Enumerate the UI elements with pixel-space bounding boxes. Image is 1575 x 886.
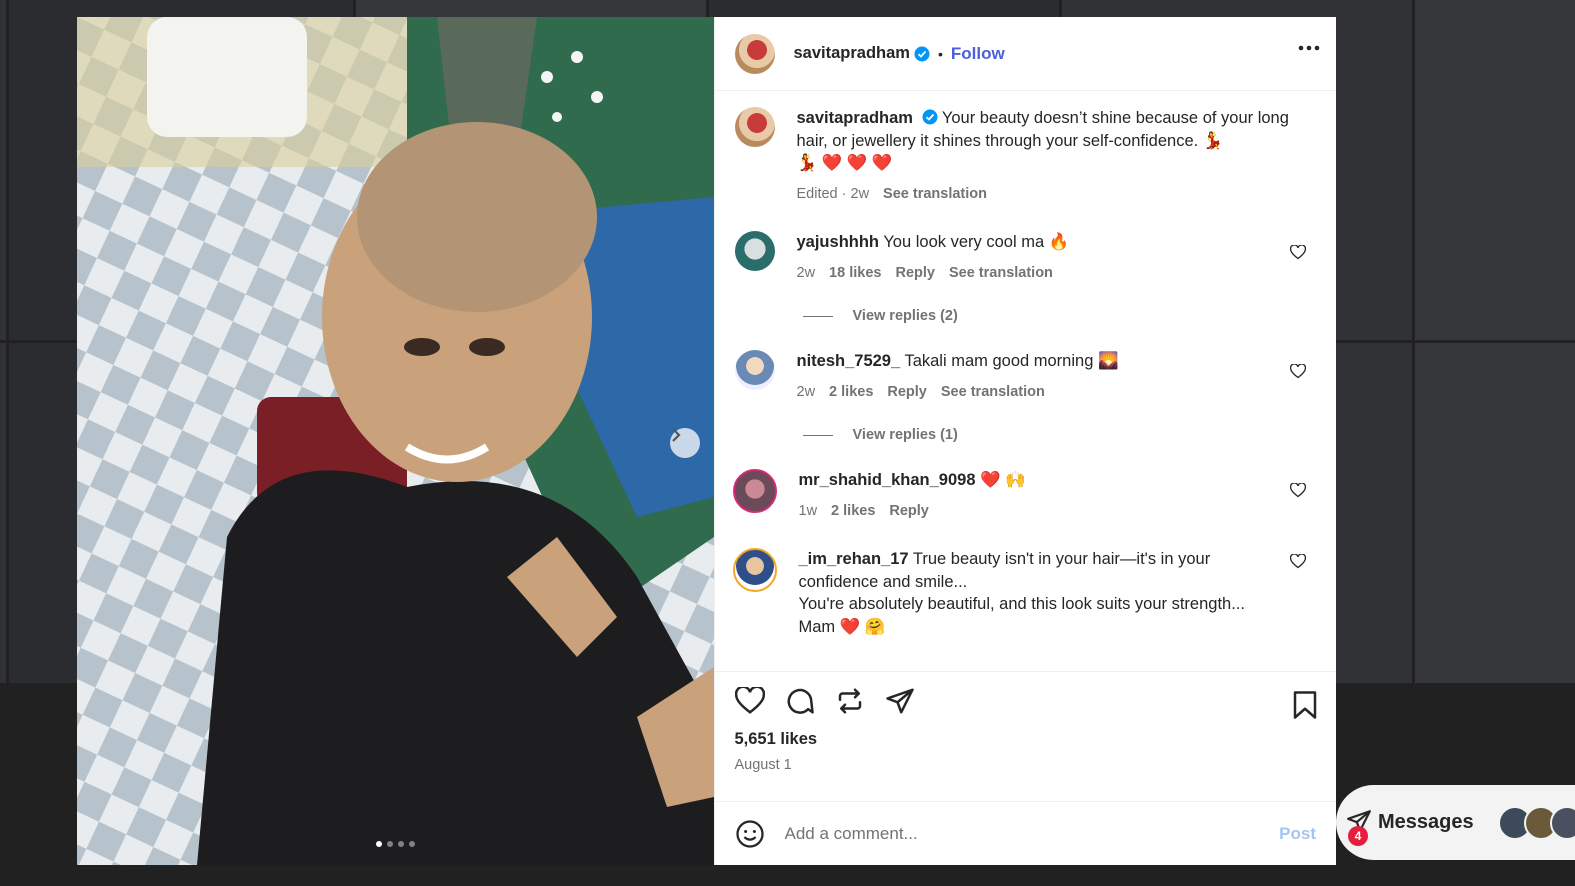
like-comment-heart-icon[interactable] <box>1290 483 1306 498</box>
commenter-avatar-story[interactable] <box>732 548 777 592</box>
commenter-avatar[interactable] <box>734 350 775 390</box>
author-avatar[interactable] <box>734 33 775 74</box>
commenter-avatar[interactable] <box>734 231 775 271</box>
share-icon[interactable] <box>885 686 915 716</box>
replies-line <box>802 434 833 436</box>
carousel-next-button[interactable] <box>670 428 700 458</box>
likes-count[interactable]: 5,651 likes <box>735 730 1321 749</box>
unread-badge: 4 <box>1348 825 1368 846</box>
add-comment-input[interactable] <box>782 822 1280 845</box>
reply-button[interactable]: Reply <box>895 262 935 285</box>
comment-text: Takali mam good morning 🌄 <box>904 352 1119 370</box>
replies-line <box>802 315 833 317</box>
see-translation-link[interactable]: See translation <box>941 381 1045 404</box>
comment-likes[interactable]: 2 likes <box>831 500 875 523</box>
reply-button[interactable]: Reply <box>887 381 927 404</box>
comment-age: 2w <box>796 264 816 281</box>
comment-text: You look very cool ma 🔥 <box>883 233 1070 251</box>
more-options-icon[interactable] <box>1298 45 1320 51</box>
comments-list[interactable]: savitapradham Your beauty doesn’t shine … <box>715 91 1337 671</box>
follow-button[interactable]: Follow <box>951 44 1005 64</box>
post-header: savitapradham • Follow <box>714 17 1336 91</box>
author-avatar[interactable] <box>734 107 775 147</box>
verified-badge-icon <box>914 46 930 61</box>
comment-username[interactable]: yajushhhh <box>797 233 880 251</box>
comment-text-line-2: You're absolutely beautiful, and this lo… <box>798 595 1245 613</box>
caption-emojis: 💃 ❤️ ❤️ ❤️ <box>796 154 893 172</box>
verified-badge-icon <box>922 109 938 125</box>
comment-likes[interactable]: 18 likes <box>829 262 881 285</box>
comment-username[interactable]: _im_rehan_17 <box>799 550 909 568</box>
like-comment-heart-icon[interactable] <box>1290 554 1306 569</box>
post-comment-button[interactable]: Post <box>1279 824 1316 844</box>
see-translation-link[interactable]: See translation <box>949 262 1053 285</box>
post-media <box>77 17 714 865</box>
post-details-panel: savitapradham • Follow savitapradham You… <box>713 17 1337 865</box>
reply-button[interactable]: Reply <box>889 500 929 523</box>
view-replies-button[interactable]: View replies (1) <box>802 427 1321 443</box>
heart-icon[interactable] <box>734 687 765 715</box>
view-replies-label: View replies (1) <box>852 427 958 443</box>
comment-composer: Post <box>714 801 1336 865</box>
commenter-avatar-story[interactable] <box>732 469 777 513</box>
carousel-dot <box>397 841 404 847</box>
comment-username[interactable]: mr_shahid_khan_9098 <box>799 471 976 489</box>
post-modal: savitapradham • Follow savitapradham You… <box>77 17 1336 865</box>
comment-item: _im_rehan_17 True beauty isn't in your h… <box>732 548 1321 638</box>
like-comment-heart-icon[interactable] <box>1290 245 1306 260</box>
comment-icon[interactable] <box>785 686 815 716</box>
comment-text-line-3: Mam ❤️ 🤗 <box>798 617 886 636</box>
comment-text: ❤️ 🙌 <box>980 471 1026 489</box>
caption-username[interactable]: savitapradham <box>797 109 913 127</box>
caption-edited-age: Edited · 2w <box>796 185 870 202</box>
bookmark-icon[interactable] <box>1292 690 1318 720</box>
comment-item: yajushhhh You look very cool ma 🔥 2w 18 … <box>734 231 1321 285</box>
emoji-icon[interactable] <box>735 819 765 849</box>
like-comment-heart-icon[interactable] <box>1290 364 1306 379</box>
author-username[interactable]: savitapradham <box>794 44 910 63</box>
messages-label: Messages <box>1378 811 1474 833</box>
carousel-dot <box>375 841 382 847</box>
chevron-right-icon <box>672 428 681 442</box>
view-replies-label: View replies (2) <box>852 308 958 324</box>
comment-item: mr_shahid_khan_9098 ❤️ 🙌 1w 2 likes Repl… <box>732 469 1321 523</box>
post-date[interactable]: August 1 <box>735 757 1321 773</box>
comment-username[interactable]: nitesh_7529_ <box>797 352 901 370</box>
messages-icon-wrapper: 4 <box>1346 808 1372 846</box>
header-separator: • <box>937 45 943 62</box>
comment-item: nitesh_7529_ Takali mam good morning 🌄 2… <box>734 350 1321 404</box>
see-translation-link[interactable]: See translation <box>883 183 987 206</box>
carousel-indicator <box>77 841 714 847</box>
post-actions: 5,651 likes August 1 <box>714 671 1336 801</box>
repost-icon[interactable] <box>835 686 865 716</box>
view-replies-button[interactable]: View replies (2) <box>802 308 1321 324</box>
comment-age: 2w <box>796 383 816 400</box>
caption: savitapradham Your beauty doesn’t shine … <box>734 107 1321 206</box>
carousel-dot <box>408 841 415 847</box>
comment-likes[interactable]: 2 likes <box>829 381 873 404</box>
carousel-dot <box>386 841 393 847</box>
conversation-avatar <box>1549 805 1575 840</box>
comment-age: 1w <box>798 502 818 519</box>
messages-drawer[interactable]: 4 Messages <box>1336 785 1575 860</box>
messages-avatars <box>1497 805 1575 840</box>
post-photo <box>77 17 714 865</box>
